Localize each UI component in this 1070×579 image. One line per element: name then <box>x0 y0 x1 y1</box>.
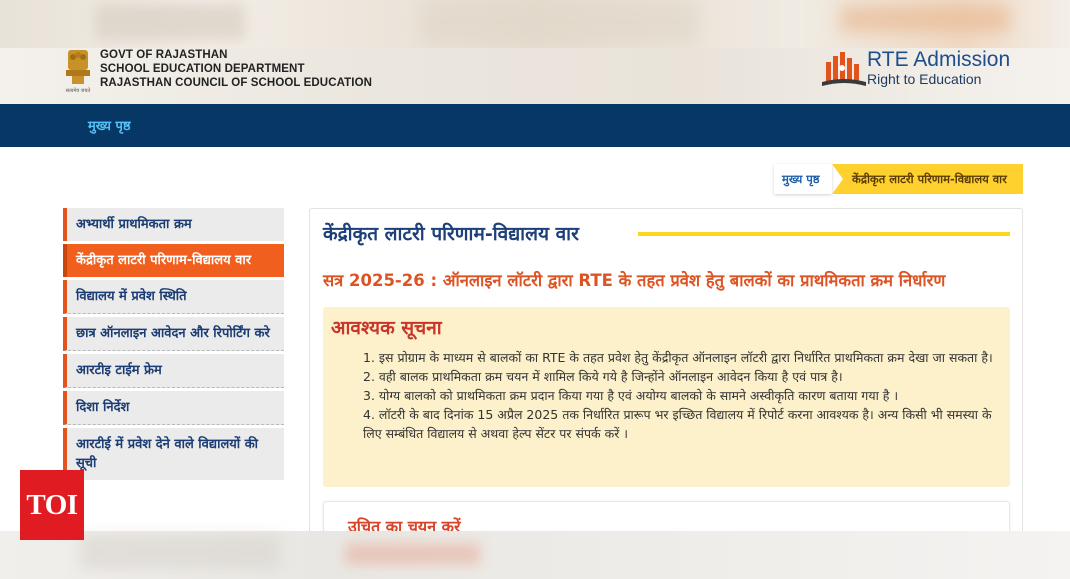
important-notice-box: आवश्यक सूचना 1. इस प्रोग्राम के माध्यम स… <box>323 307 1010 487</box>
session-heading: सत्र 2025-26 : ऑनलाइन लॉटरी द्वारा RTE क… <box>323 271 946 290</box>
govt-line-3: RAJASTHAN COUNCIL OF SCHOOL EDUCATION <box>100 77 373 89</box>
notice-heading: आवश्यक सूचना <box>331 317 442 339</box>
sidebar-item-lottery-result-schoolwise[interactable]: केंद्रीकृत लाटरी परिणाम-विद्यालय वार <box>63 244 284 277</box>
toi-watermark-logo: TOI <box>20 470 84 540</box>
sidebar-item-online-application-reporting[interactable]: छात्र ऑनलाइन आवेदन और रिपोर्टिंग करे <box>63 317 284 351</box>
title-underline-rule <box>638 232 1010 236</box>
notice-point: 2. वही बालक प्राथमिकता क्रम चयन में शामि… <box>363 369 843 384</box>
sidebar-item-candidate-priority[interactable]: अभ्यार्थी प्राथमिकता क्रम <box>63 208 284 241</box>
nav-home-link[interactable]: मुख्य पृष्ठ <box>88 116 131 134</box>
rte-subtitle: Right to Education <box>867 71 982 87</box>
govt-line-1: GOVT OF RAJASTHAN <box>100 49 228 61</box>
sidebar-item-guidelines[interactable]: दिशा निर्देश <box>63 391 284 425</box>
sidebar-item-rte-school-list[interactable]: आरटीई में प्रवेश देने वाले विद्यालयों की… <box>63 428 284 480</box>
breadcrumb-current-page: केंद्रीकृत लाटरी परिणाम-विद्यालय वार <box>832 164 1023 194</box>
notice-point: 3. योग्य बालको को प्राथमिकता क्रम प्रदान… <box>363 388 899 403</box>
govt-title-block: GOVT OF RAJASTHAN SCHOOL EDUCATION DEPAR… <box>100 48 372 90</box>
notice-point: 4. लॉटरी के बाद दिनांक 15 अप्रैल 2025 तक… <box>363 407 992 441</box>
breadcrumb-home-link[interactable]: मुख्य पृष्ठ <box>774 164 832 194</box>
rajasthan-emblem-icon: सत्यमेव जयते <box>66 50 91 94</box>
blurred-top-strip <box>0 0 1070 48</box>
emblem-caption: सत्यमेव जयते <box>66 87 91 94</box>
main-content-panel: केंद्रीकृत लाटरी परिणाम-विद्यालय वार सत्… <box>309 208 1023 549</box>
govt-line-2: SCHOOL EDUCATION DEPARTMENT <box>100 63 305 75</box>
notice-point: 1. इस प्रोग्राम के माध्यम से बालकों का R… <box>363 350 993 365</box>
sidebar-item-rte-time-frame[interactable]: आरटीइ टाईम फ्रेम <box>63 354 284 388</box>
blurred-bottom-strip <box>0 531 1070 579</box>
sidebar-menu: अभ्यार्थी प्राथमिकता क्रम केंद्रीकृत लाट… <box>63 208 284 483</box>
sidebar-item-admission-status[interactable]: विद्यालय में प्रवेश स्थिति <box>63 280 284 314</box>
notice-list: 1. इस प्रोग्राम के माध्यम से बालकों का R… <box>363 348 993 443</box>
main-navbar: मुख्य पृष्ठ <box>0 104 1070 147</box>
rte-logo-icon <box>822 52 866 86</box>
site-header: सत्यमेव जयते GOVT OF RAJASTHAN SCHOOL ED… <box>0 48 1070 104</box>
rte-admission-title: RTE Admission <box>867 48 1011 71</box>
page-title: केंद्रीकृत लाटरी परिणाम-विद्यालय वार <box>323 223 579 245</box>
